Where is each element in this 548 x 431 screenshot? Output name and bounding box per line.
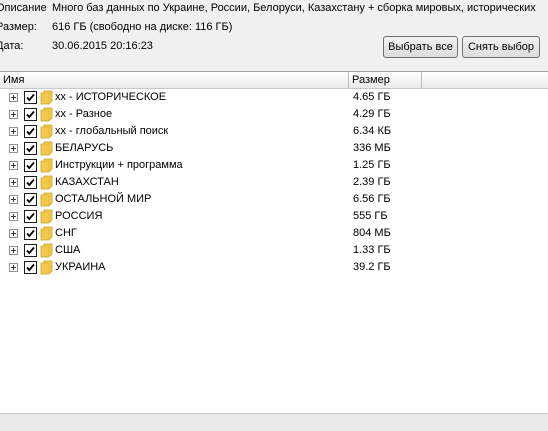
row-checkbox[interactable] bbox=[24, 159, 37, 172]
expand-plus-icon[interactable] bbox=[9, 229, 18, 238]
folder-name: хх - ИСТОРИЧЕСКОЕ bbox=[55, 91, 167, 103]
checkmark-icon bbox=[26, 246, 35, 255]
folder-name: УКРАИНА bbox=[55, 261, 106, 273]
expand-plus-icon[interactable] bbox=[9, 127, 18, 136]
checkmark-icon bbox=[26, 127, 35, 136]
folder-size: 336 МБ bbox=[353, 142, 391, 154]
tree-row[interactable]: хх - глобальный поиск 6.34 КБ bbox=[0, 123, 548, 140]
tree-row[interactable]: РОССИЯ 555 ГБ bbox=[0, 208, 548, 225]
folder-name: БЕЛАРУСЬ bbox=[55, 142, 114, 154]
column-divider[interactable] bbox=[421, 72, 422, 88]
folder-name: хх - глобальный поиск bbox=[55, 125, 169, 137]
expand-plus-icon[interactable] bbox=[9, 110, 18, 119]
description-value: Много баз данных по Украине, России, Бел… bbox=[52, 2, 536, 14]
checkmark-icon bbox=[26, 195, 35, 204]
checkmark-icon bbox=[26, 93, 35, 102]
row-checkbox[interactable] bbox=[24, 193, 37, 206]
folder-size: 555 ГБ bbox=[353, 210, 388, 222]
folder-size: 804 МБ bbox=[353, 227, 391, 239]
name-column-header[interactable]: Имя bbox=[0, 72, 348, 88]
row-checkbox[interactable] bbox=[24, 142, 37, 155]
tree-row[interactable]: БЕЛАРУСЬ 336 МБ bbox=[0, 140, 548, 157]
tree-row[interactable]: США 1.33 ГБ bbox=[0, 242, 548, 259]
folder-name: СНГ bbox=[55, 227, 77, 239]
tree-row[interactable]: Инструкции + программа 1.25 ГБ bbox=[0, 157, 548, 174]
folder-name: КАЗАХСТАН bbox=[55, 176, 119, 188]
select-all-button[interactable]: Выбрать все bbox=[383, 36, 458, 58]
folder-name: Инструкции + программа bbox=[55, 159, 183, 171]
expand-plus-icon[interactable] bbox=[9, 246, 18, 255]
deselect-button[interactable]: Снять выбор bbox=[462, 36, 540, 58]
folder-name: хх - Разное bbox=[55, 108, 113, 120]
file-tree-list[interactable]: Имя Размер хх - ИСТОРИЧЕСКОЕ 4.65 ГБ хх - … bbox=[0, 71, 548, 414]
folder-icon bbox=[40, 260, 53, 278]
tree-row[interactable]: ОСТАЛЬНОЙ МИР 6.56 ГБ bbox=[0, 191, 548, 208]
expand-plus-icon[interactable] bbox=[9, 93, 18, 102]
folder-size: 39.2 ГБ bbox=[353, 261, 391, 273]
folder-size: 2.39 ГБ bbox=[353, 176, 391, 188]
folder-name: РОССИЯ bbox=[55, 210, 103, 222]
row-checkbox[interactable] bbox=[24, 176, 37, 189]
expand-plus-icon[interactable] bbox=[9, 195, 18, 204]
checkmark-icon bbox=[26, 263, 35, 272]
folder-size: 1.33 ГБ bbox=[353, 244, 391, 256]
expand-plus-icon[interactable] bbox=[9, 178, 18, 187]
size-label: Размер: bbox=[0, 21, 37, 33]
expand-plus-icon[interactable] bbox=[9, 212, 18, 221]
expand-plus-icon[interactable] bbox=[9, 161, 18, 170]
folder-name: ОСТАЛЬНОЙ МИР bbox=[55, 193, 152, 205]
tree-row[interactable]: хх - Разное 4.29 ГБ bbox=[0, 106, 548, 123]
tree-row[interactable]: СНГ 804 МБ bbox=[0, 225, 548, 242]
checkmark-icon bbox=[26, 212, 35, 221]
folder-name: США bbox=[55, 244, 81, 256]
row-checkbox[interactable] bbox=[24, 227, 37, 240]
checkmark-icon bbox=[26, 161, 35, 170]
expand-plus-icon[interactable] bbox=[9, 144, 18, 153]
date-label: Дата: bbox=[0, 40, 24, 52]
tree-row[interactable]: КАЗАХСТАН 2.39 ГБ bbox=[0, 174, 548, 191]
expand-plus-icon[interactable] bbox=[9, 263, 18, 272]
row-checkbox[interactable] bbox=[24, 244, 37, 257]
tree-row[interactable]: УКРАИНА 39.2 ГБ bbox=[0, 259, 548, 276]
folder-size: 1.25 ГБ bbox=[353, 159, 391, 171]
folder-size: 6.34 КБ bbox=[353, 125, 392, 137]
checkmark-icon bbox=[26, 229, 35, 238]
row-checkbox[interactable] bbox=[24, 108, 37, 121]
checkmark-icon bbox=[26, 144, 35, 153]
folder-size: 4.29 ГБ bbox=[353, 108, 391, 120]
checkmark-icon bbox=[26, 178, 35, 187]
column-header: Имя Размер bbox=[0, 72, 548, 89]
row-checkbox[interactable] bbox=[24, 91, 37, 104]
date-value: 30.06.2015 20:16:23 bbox=[52, 40, 153, 52]
horizontal-scrollbar[interactable] bbox=[0, 413, 548, 431]
row-checkbox[interactable] bbox=[24, 125, 37, 138]
checkmark-icon bbox=[26, 110, 35, 119]
folder-size: 6.56 ГБ bbox=[353, 193, 391, 205]
size-value: 616 ГБ (свободно на диске: 116 ГБ) bbox=[52, 21, 233, 33]
description-label: Описание bbox=[0, 2, 47, 14]
row-checkbox[interactable] bbox=[24, 261, 37, 274]
tree-row[interactable]: хх - ИСТОРИЧЕСКОЕ 4.65 ГБ bbox=[0, 89, 548, 106]
row-checkbox[interactable] bbox=[24, 210, 37, 223]
folder-size: 4.65 ГБ bbox=[353, 91, 391, 103]
size-column-header[interactable]: Размер bbox=[349, 72, 421, 88]
